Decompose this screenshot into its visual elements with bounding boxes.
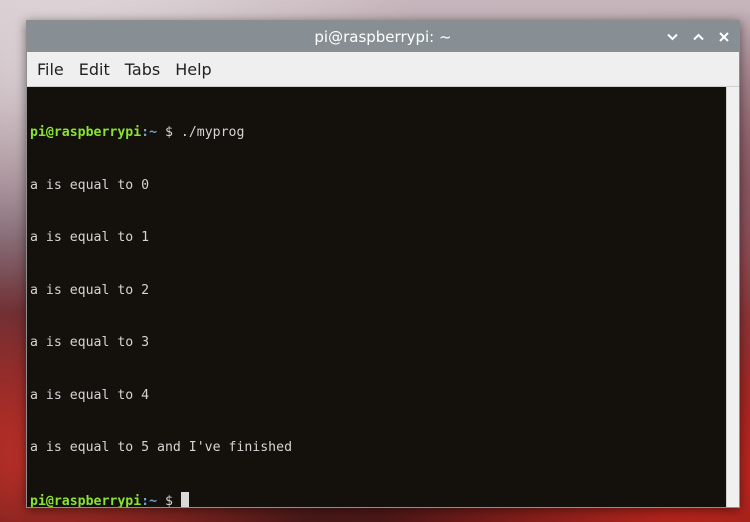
close-button[interactable]	[717, 30, 731, 44]
title-bar[interactable]: pi@raspberrypi: ~	[27, 21, 739, 52]
window-title: pi@raspberrypi: ~	[314, 27, 452, 46]
menu-tabs[interactable]: Tabs	[125, 60, 160, 79]
scrollbar[interactable]	[726, 87, 739, 507]
chevron-down-icon	[666, 33, 678, 40]
text-cursor	[180, 491, 189, 507]
maximize-button[interactable]	[691, 30, 705, 44]
command-text: ./myprog	[180, 125, 245, 140]
prompt-path: :~	[141, 493, 158, 508]
minimize-button[interactable]	[665, 30, 679, 44]
terminal-area: pi@raspberrypi:~ $ ./myprog a is equal t…	[27, 87, 739, 507]
output-line: a is equal to 2	[30, 282, 150, 298]
close-icon	[719, 31, 729, 42]
output-line: a is equal to 5 and I've finished	[30, 440, 293, 455]
window-controls	[665, 21, 731, 52]
chevron-up-icon	[692, 33, 704, 40]
prompt-user: pi@raspberrypi	[30, 493, 142, 508]
prompt-line: pi@raspberrypi:~ $	[30, 491, 724, 508]
output-line: a is equal to 4	[30, 387, 150, 403]
prompt-symbol: $	[157, 125, 181, 140]
output-line: a is equal to 3	[30, 335, 150, 350]
menu-help[interactable]: Help	[175, 60, 211, 79]
command-line: pi@raspberrypi:~ $ ./myprog	[30, 124, 724, 142]
prompt-path: :~	[141, 125, 158, 140]
menu-edit[interactable]: Edit	[79, 60, 110, 79]
terminal-output[interactable]: pi@raspberrypi:~ $ ./myprog a is equal t…	[27, 87, 726, 507]
prompt-symbol: $	[157, 493, 181, 508]
prompt-user: pi@raspberrypi	[30, 125, 142, 140]
terminal-window: pi@raspberrypi: ~ File Edit Tabs Help pi…	[26, 20, 740, 508]
output-line: a is equal to 1	[30, 230, 150, 245]
menu-bar: File Edit Tabs Help	[27, 52, 739, 87]
output-line: a is equal to 0	[30, 177, 150, 193]
menu-file[interactable]: File	[37, 60, 64, 79]
